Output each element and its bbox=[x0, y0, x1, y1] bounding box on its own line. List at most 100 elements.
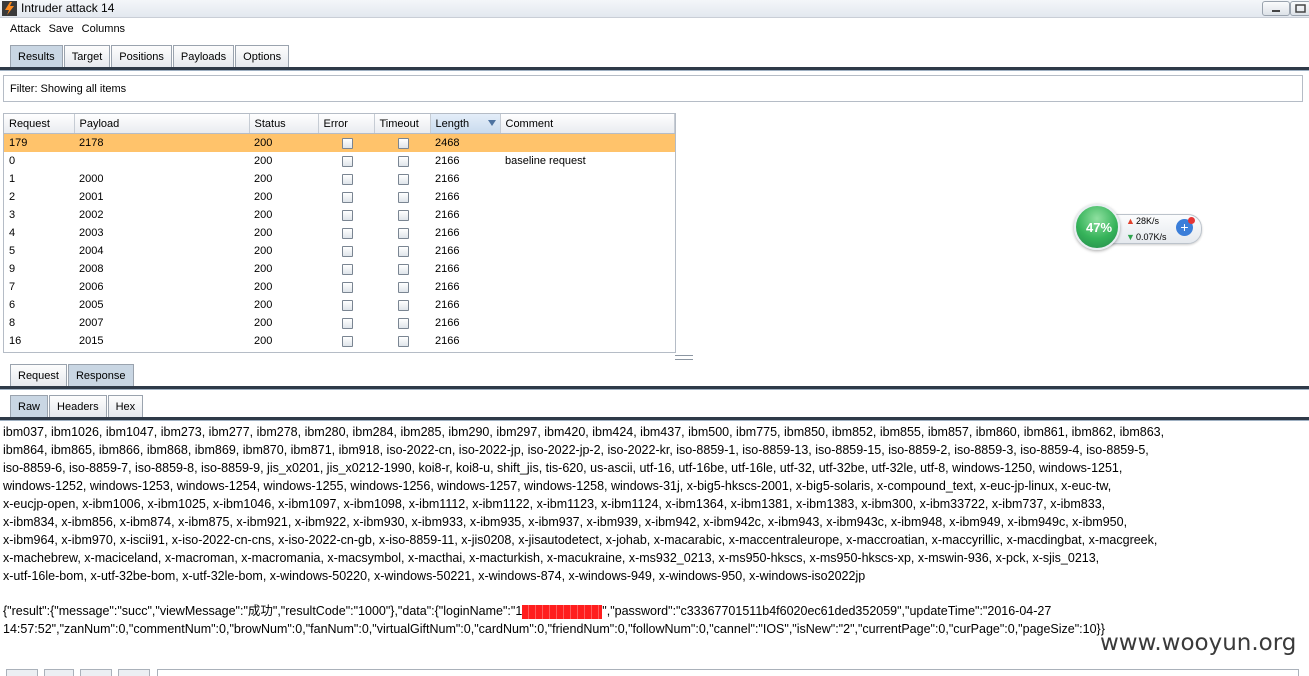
cell-error bbox=[318, 260, 374, 278]
cell-error bbox=[318, 224, 374, 242]
column-header-request[interactable]: Request bbox=[4, 114, 75, 134]
error-checkbox[interactable] bbox=[342, 137, 353, 149]
cell-timeout bbox=[374, 170, 430, 188]
view-tab-divider bbox=[0, 417, 1309, 421]
timeout-checkbox[interactable] bbox=[398, 245, 409, 257]
splitter-handle[interactable] bbox=[675, 355, 693, 360]
cell-timeout bbox=[374, 224, 430, 242]
cell-request: 7 bbox=[9, 281, 16, 293]
cell-request: 3 bbox=[9, 209, 16, 221]
tab-raw[interactable]: Raw bbox=[10, 395, 49, 417]
cell-payload: 2178 bbox=[74, 133, 249, 152]
menu-attack[interactable]: Attack bbox=[6, 20, 45, 38]
timeout-checkbox[interactable] bbox=[398, 263, 409, 275]
column-header-length[interactable]: Length bbox=[430, 114, 501, 134]
table-row[interactable]: 4 2003 200 2166 bbox=[4, 224, 675, 242]
response-line: x-machebrew, x-maciceland, x-macroman, x… bbox=[3, 551, 1100, 565]
response-line: windows-1252, windows-1253, windows-1254… bbox=[3, 479, 1112, 493]
column-header-status[interactable]: Status bbox=[249, 114, 319, 134]
cell-error bbox=[318, 152, 374, 170]
cell-request: 179 bbox=[4, 133, 74, 152]
error-checkbox[interactable] bbox=[342, 263, 353, 275]
error-checkbox[interactable] bbox=[342, 155, 353, 167]
cell-status: 200 bbox=[254, 191, 273, 203]
timeout-checkbox[interactable] bbox=[398, 299, 409, 311]
cell-request: 6 bbox=[9, 299, 16, 311]
error-checkbox[interactable] bbox=[342, 227, 353, 239]
table-row[interactable]: 1 2000 200 2166 bbox=[4, 170, 675, 188]
timeout-checkbox[interactable] bbox=[398, 281, 409, 293]
main-tabs: Results Target Positions Payloads Option… bbox=[10, 45, 290, 67]
cell-status: 200 bbox=[254, 245, 273, 257]
column-header-error[interactable]: Error bbox=[318, 114, 375, 134]
timeout-checkbox[interactable] bbox=[398, 209, 409, 221]
cell-status: 200 bbox=[254, 335, 273, 347]
error-checkbox[interactable] bbox=[342, 299, 353, 311]
column-header-comment[interactable]: Comment bbox=[500, 114, 675, 134]
column-header-timeout[interactable]: Timeout bbox=[374, 114, 431, 134]
response-body[interactable]: ibm037, ibm1026, ibm1047, ibm273, ibm277… bbox=[3, 423, 1307, 585]
error-checkbox[interactable] bbox=[342, 173, 353, 185]
cell-comment bbox=[500, 332, 675, 350]
cell-request: 8 bbox=[9, 317, 16, 329]
cell-error bbox=[318, 296, 374, 314]
cell-length: 2166 bbox=[435, 155, 460, 167]
burp-app-icon bbox=[2, 1, 17, 16]
error-checkbox[interactable] bbox=[342, 191, 353, 203]
timeout-checkbox[interactable] bbox=[398, 155, 409, 167]
tab-positions[interactable]: Positions bbox=[111, 45, 172, 67]
cell-status: 200 bbox=[254, 173, 273, 185]
table-row[interactable]: 7 2006 200 2166 bbox=[4, 278, 675, 296]
timeout-checkbox[interactable] bbox=[398, 191, 409, 203]
cell-timeout bbox=[374, 188, 430, 206]
timeout-checkbox[interactable] bbox=[398, 137, 409, 149]
tab-request[interactable]: Request bbox=[10, 364, 67, 386]
table-row[interactable]: 179 2178 200 2468 bbox=[4, 133, 675, 152]
cell-error bbox=[318, 242, 374, 260]
tab-hex[interactable]: Hex bbox=[107, 395, 144, 417]
cell-comment bbox=[500, 296, 675, 314]
cell-timeout bbox=[374, 206, 430, 224]
filter-bar[interactable]: Filter: Showing all items bbox=[3, 75, 1303, 102]
tab-results[interactable]: Results bbox=[10, 45, 63, 67]
timeout-checkbox[interactable] bbox=[398, 335, 409, 347]
error-checkbox[interactable] bbox=[342, 209, 353, 221]
tab-divider bbox=[0, 67, 1309, 71]
cell-length: 2166 bbox=[435, 209, 460, 221]
minimize-button[interactable] bbox=[1262, 1, 1290, 16]
table-row[interactable]: 2 2001 200 2166 bbox=[4, 188, 675, 206]
watermark: www.wooyun.org bbox=[1100, 630, 1297, 656]
cell-status: 200 bbox=[254, 209, 273, 221]
cell-status: 200 bbox=[249, 133, 318, 152]
error-checkbox[interactable] bbox=[342, 281, 353, 293]
table-row[interactable]: 8 2007 200 2166 bbox=[4, 314, 675, 332]
table-row[interactable]: 3 2002 200 2166 bbox=[4, 206, 675, 224]
menu-save[interactable]: Save bbox=[45, 20, 78, 38]
timeout-checkbox[interactable] bbox=[398, 317, 409, 329]
column-header-payload[interactable]: Payload bbox=[74, 114, 250, 134]
network-speed-widget[interactable]: 47% ▲ 28K/s ▼ 0.07K/s + bbox=[1074, 204, 1202, 252]
error-checkbox[interactable] bbox=[342, 245, 353, 257]
menu-bar: Attack Save Columns bbox=[0, 20, 129, 40]
cell-comment bbox=[500, 224, 675, 242]
maximize-button[interactable] bbox=[1290, 1, 1309, 16]
cell-status: 200 bbox=[254, 155, 273, 167]
cell-comment bbox=[500, 133, 675, 152]
cell-payload: 2008 bbox=[79, 263, 104, 275]
tab-payloads[interactable]: Payloads bbox=[172, 45, 235, 67]
menu-columns[interactable]: Columns bbox=[78, 20, 129, 38]
timeout-checkbox[interactable] bbox=[398, 173, 409, 185]
tab-headers[interactable]: Headers bbox=[49, 395, 107, 417]
cell-comment bbox=[500, 206, 675, 224]
error-checkbox[interactable] bbox=[342, 317, 353, 329]
tab-target[interactable]: Target bbox=[63, 45, 111, 67]
error-checkbox[interactable] bbox=[342, 335, 353, 347]
tab-response[interactable]: Response bbox=[67, 364, 134, 386]
table-row[interactable]: 16 2015 200 2166 bbox=[4, 332, 675, 350]
timeout-checkbox[interactable] bbox=[398, 227, 409, 239]
table-row[interactable]: 5 2004 200 2166 bbox=[4, 242, 675, 260]
table-row[interactable]: 6 2005 200 2166 bbox=[4, 296, 675, 314]
table-row[interactable]: 9 2008 200 2166 bbox=[4, 260, 675, 278]
tab-options[interactable]: Options bbox=[235, 45, 290, 67]
table-row[interactable]: 0 200 2166 baseline request bbox=[4, 152, 675, 170]
